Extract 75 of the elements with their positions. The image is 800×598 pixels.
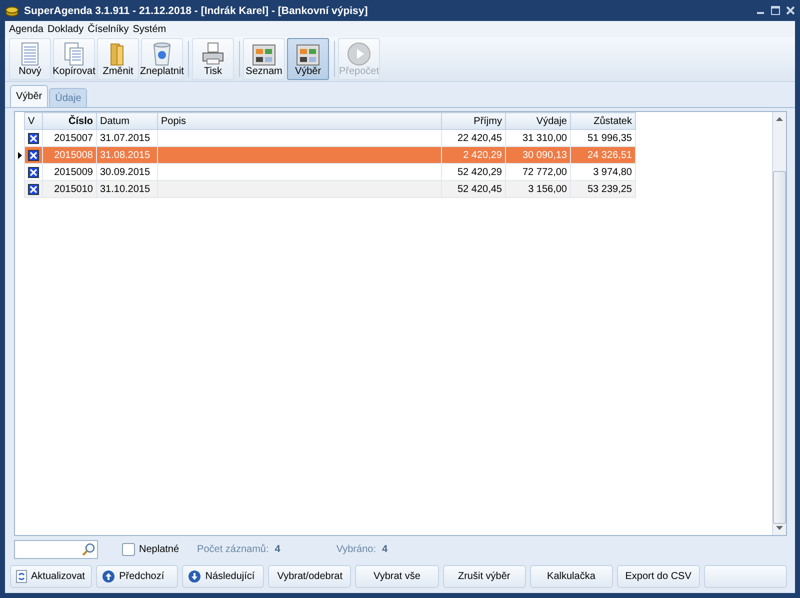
action-button[interactable]: Předchozí — [96, 565, 178, 588]
checkbox[interactable] — [28, 150, 39, 160]
table-cell: 31.07.2015 — [96, 130, 158, 146]
table-cell: 53 239,25 — [570, 180, 636, 198]
table-cell: 30.09.2015 — [96, 164, 158, 180]
menu-item[interactable]: Doklady — [45, 24, 86, 34]
documents-icon — [63, 42, 85, 66]
close-icon[interactable] — [786, 6, 795, 15]
checkbox[interactable] — [28, 184, 39, 194]
action-button[interactable]: Následující — [182, 565, 264, 588]
toolbar-button[interactable]: Změnit — [97, 38, 139, 80]
scrollbar[interactable] — [772, 112, 786, 535]
menu-item[interactable]: Číselníky — [86, 24, 131, 34]
column-header[interactable]: Číslo — [42, 112, 96, 130]
toolbar-button[interactable]: Nový — [9, 38, 51, 80]
scroll-down-icon[interactable] — [776, 526, 783, 531]
record-count-label: Počet záznamů: — [197, 544, 269, 554]
table-cell: 2015008 — [42, 146, 96, 164]
action-button[interactable]: Zrušit výběr — [442, 565, 526, 588]
table-cell: 2015009 — [42, 164, 96, 180]
coins-icon — [5, 4, 19, 16]
selected-count: 4 — [382, 544, 388, 554]
document-icon — [19, 42, 41, 66]
tab[interactable]: Výběr — [10, 85, 48, 107]
table-cell: 51 996,35 — [570, 130, 636, 146]
action-button[interactable]: Kalkulačka — [530, 565, 613, 588]
column-header[interactable]: Příjmy — [442, 112, 506, 130]
checkbox-label: Neplatné — [139, 544, 180, 554]
action-button[interactable]: Export do CSV — [616, 565, 700, 588]
checkbox[interactable] — [28, 132, 39, 144]
table-cell: 2015010 — [42, 180, 96, 198]
search-field[interactable] — [14, 540, 98, 558]
column-header[interactable]: Datum — [96, 112, 158, 130]
toolbar-button[interactable]: Zneplatnit — [141, 38, 183, 80]
table-cell: 24 326,51 — [570, 146, 636, 164]
column-header[interactable]: Výdaje — [506, 112, 570, 130]
table-cell: 3 974,80 — [570, 164, 636, 180]
play-icon — [347, 42, 371, 66]
window-title: SuperAgenda 3.1.911 - 21.12.2018 - [Indrák Karel] - [Bankovní výpisy] — [24, 4, 369, 16]
table-cell: 52 420,29 — [442, 164, 506, 180]
toolbar-button[interactable]: Výběr — [287, 38, 329, 80]
table-cell: 2 420,29 — [442, 146, 506, 164]
grid-icon — [296, 44, 320, 66]
menu-item[interactable]: Agenda — [7, 24, 46, 34]
action-button[interactable]: Vybrat vše — [355, 565, 439, 588]
checkbox[interactable] — [122, 542, 135, 556]
selected-count-label: Vybráno: — [336, 544, 376, 554]
refresh-icon — [16, 570, 27, 583]
table-cell: 30 090,13 — [506, 146, 570, 164]
toolbar-button[interactable]: Seznam — [243, 38, 285, 80]
table-cell: 52 420,45 — [442, 180, 506, 198]
search-icon — [82, 542, 95, 556]
row-pointer-icon — [18, 152, 22, 158]
action-button[interactable]: Aktualizovat — [10, 565, 92, 588]
table-cell: 31 310,00 — [506, 130, 570, 146]
maximize-icon[interactable] — [771, 6, 780, 15]
scroll-up-icon[interactable] — [776, 116, 783, 121]
column-header[interactable]: Popis — [158, 112, 442, 130]
table-cell: 3 156,00 — [506, 180, 570, 198]
table-cell: 31.08.2015 — [96, 146, 158, 164]
printer-icon — [201, 42, 225, 66]
column-header[interactable]: V — [24, 112, 42, 130]
toolbar-button[interactable]: Kopírovat — [53, 38, 95, 80]
menu-item[interactable]: Systém — [130, 24, 168, 34]
checkbox[interactable] — [28, 166, 39, 178]
toolbar-button[interactable]: Tisk — [192, 38, 234, 80]
action-button[interactable]: Vybrat/odebrat — [268, 565, 352, 588]
recycle-bin-icon — [151, 42, 173, 66]
grid-icon — [252, 44, 276, 66]
column-header[interactable]: Zůstatek — [570, 112, 636, 130]
record-count: 4 — [274, 544, 280, 554]
table-cell: 2015007 — [42, 130, 96, 146]
table-cell: 31.10.2015 — [96, 180, 158, 198]
table-cell: 22 420,45 — [442, 130, 506, 146]
table-cell: 72 772,00 — [506, 164, 570, 180]
